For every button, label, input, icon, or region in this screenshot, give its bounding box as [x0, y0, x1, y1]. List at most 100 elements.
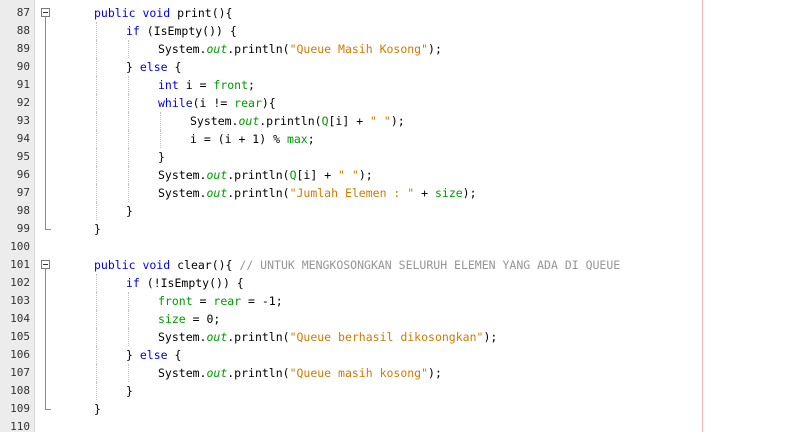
code-text: while(i != rear){ — [158, 94, 276, 112]
indent-guide — [128, 94, 129, 112]
indent-guide — [128, 76, 129, 94]
line-number: 104 — [10, 312, 30, 325]
code-text: } — [94, 400, 101, 418]
line-number: 94 — [16, 132, 30, 145]
code-token: } — [126, 384, 133, 398]
code-token: front — [158, 294, 193, 308]
code-line[interactable]: 110 — [0, 418, 786, 436]
fold-range-line — [45, 269, 46, 409]
code-token: public void — [94, 6, 178, 20]
indent-guide — [96, 112, 97, 130]
collapse-minus-icon[interactable] — [41, 8, 50, 17]
code-token: ){ — [261, 96, 276, 110]
fold-range-line — [45, 17, 46, 229]
code-line[interactable]: 95} — [0, 148, 786, 166]
line-number: 93 — [16, 114, 30, 127]
indent-guide — [96, 22, 97, 40]
code-line[interactable]: 101 public void clear(){ // UNTUK MENGKOS… — [0, 256, 786, 274]
line-number: 92 — [16, 96, 30, 109]
code-line[interactable]: 102 if (!IsEmpty()) { — [0, 274, 786, 292]
indent-guide — [96, 58, 97, 76]
code-text: front = rear = -1; — [158, 292, 283, 310]
code-line[interactable]: 108} — [0, 382, 786, 400]
collapse-minus-icon[interactable] — [41, 260, 50, 269]
code-token: System. — [158, 42, 207, 56]
code-token: } — [94, 222, 101, 236]
code-token: out — [238, 114, 260, 128]
code-token: .println( — [227, 330, 290, 344]
code-token: [i] + — [328, 114, 371, 128]
code-token: out — [206, 168, 228, 182]
code-token: ); — [390, 114, 405, 128]
code-token: size — [158, 312, 186, 326]
code-line[interactable]: 92 while(i != rear){ — [0, 94, 786, 112]
code-token: else — [139, 60, 168, 74]
code-text: public void print(){ — [94, 4, 232, 22]
indent-guide — [128, 40, 129, 58]
code-token: i = — [178, 78, 214, 92]
code-token: } — [126, 348, 140, 362]
code-line[interactable]: 104 size = 0; — [0, 310, 786, 328]
code-line[interactable]: 100 — [0, 238, 786, 256]
line-number: 107 — [10, 366, 30, 379]
code-token: [i] + — [296, 168, 339, 182]
indent-guide — [96, 148, 97, 166]
code-line[interactable]: 103 front = rear = -1; — [0, 292, 786, 310]
code-line[interactable]: 106} else { — [0, 346, 786, 364]
code-text: } else { — [126, 58, 181, 76]
indent-guide — [96, 310, 97, 328]
code-token: .println( — [227, 42, 290, 56]
code-line[interactable]: 109} — [0, 400, 786, 418]
code-token: " " — [338, 168, 359, 182]
indent-guide — [128, 364, 129, 382]
code-token: out — [206, 186, 228, 200]
fold-end-marker — [45, 229, 51, 230]
indent-guide — [96, 382, 97, 400]
code-line[interactable]: 98} — [0, 202, 786, 220]
code-line[interactable]: 88 if (IsEmpty()) { — [0, 22, 786, 40]
code-token: { — [167, 348, 182, 362]
code-token: (i != — [192, 96, 235, 110]
code-text: int i = front; — [158, 76, 255, 94]
code-line[interactable]: 93 System.out.println(Q[i] + " "); — [0, 112, 786, 130]
code-text: System.out.println(Q[i] + " "); — [190, 112, 405, 130]
code-line[interactable]: 94 i = (i + 1) % max; — [0, 130, 786, 148]
indent-guide — [128, 166, 129, 184]
code-token: } — [94, 402, 101, 416]
code-token: } — [126, 60, 140, 74]
code-line[interactable]: 96 System.out.println(Q[i] + " "); — [0, 166, 786, 184]
indent-guide — [128, 184, 129, 202]
line-number: 110 — [10, 420, 30, 433]
indent-guide — [96, 292, 97, 310]
code-token: size — [434, 186, 463, 200]
code-line[interactable]: 107 System.out.println("Queue masih koson… — [0, 364, 786, 382]
code-token: System. — [158, 186, 207, 200]
code-token: Q — [321, 114, 329, 128]
code-editor[interactable]: 87 public void print(){88 if (IsEmpty()) {… — [0, 0, 786, 433]
code-line[interactable]: 105 System.out.println("Queue berhasil di… — [0, 328, 786, 346]
code-line[interactable]: 91 int i = front; — [0, 76, 786, 94]
code-line[interactable]: 89 System.out.println("Queue Masih Kosong… — [0, 40, 786, 58]
code-text: } — [126, 202, 133, 220]
code-text: if (IsEmpty()) { — [126, 22, 237, 40]
indent-guide — [160, 112, 161, 130]
code-line[interactable]: 87 public void print(){ — [0, 4, 786, 22]
code-token: i = (i + 1) % — [190, 132, 287, 146]
indent-guide — [128, 310, 129, 328]
line-number: 98 — [16, 204, 30, 217]
code-text: System.out.println(Q[i] + " "); — [158, 166, 373, 184]
code-token: ); — [358, 168, 373, 182]
indent-guide — [96, 364, 97, 382]
code-line[interactable]: 90} else { — [0, 58, 786, 76]
code-line[interactable]: 99} — [0, 220, 786, 238]
code-text: } else { — [126, 346, 181, 364]
code-token: "Queue Masih Kosong" — [289, 42, 429, 56]
code-token: " " — [370, 114, 391, 128]
indent-guide — [128, 148, 129, 166]
code-token: ); — [428, 42, 442, 56]
indent-guide — [96, 274, 97, 292]
indent-guide — [160, 130, 161, 148]
code-text: System.out.println("Queue Masih Kosong")… — [158, 40, 442, 58]
code-token: front — [213, 78, 249, 92]
code-line[interactable]: 97 System.out.println("Jumlah Elemen : " … — [0, 184, 786, 202]
